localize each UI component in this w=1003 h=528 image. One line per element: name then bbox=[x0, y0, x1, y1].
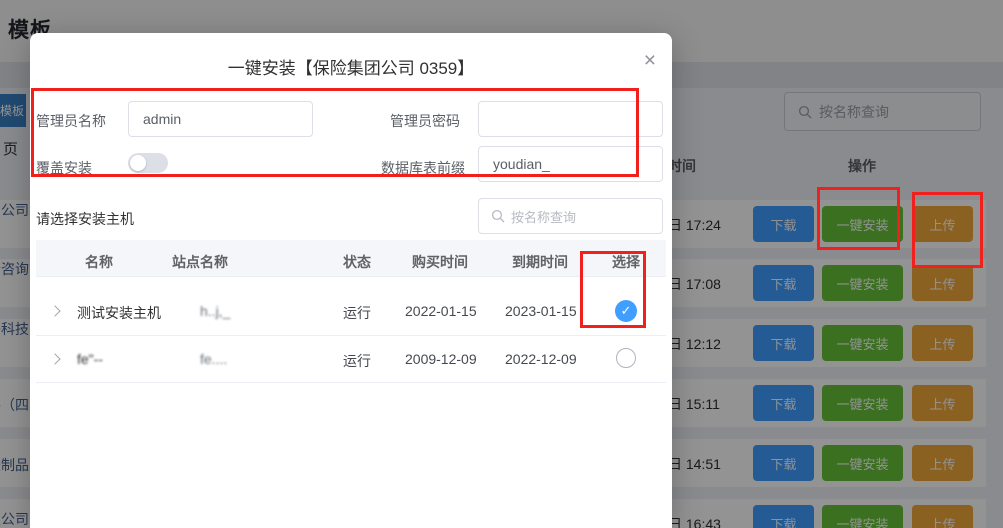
col-name: 名称 bbox=[85, 252, 113, 272]
host-buy-date: 2009-12-09 bbox=[405, 351, 477, 367]
host-search-placeholder: 按名称查询 bbox=[511, 207, 576, 226]
annotation-box-install-button bbox=[817, 187, 900, 250]
host-radio-unselected[interactable] bbox=[616, 348, 636, 368]
annotation-box-form bbox=[31, 88, 639, 177]
host-site: fe.... bbox=[200, 351, 227, 367]
col-status: 状态 bbox=[343, 252, 371, 272]
annotation-box-select-column bbox=[580, 251, 646, 328]
expand-chevron-icon[interactable] bbox=[49, 305, 60, 316]
search-icon bbox=[491, 209, 505, 223]
host-status: 运行 bbox=[343, 303, 371, 323]
modal-title: 一键安装【保险集团公司 0359】 bbox=[30, 54, 672, 79]
host-name: fe"-- bbox=[77, 351, 103, 367]
host-site: h..j,_ bbox=[200, 303, 230, 319]
host-search-input[interactable]: 按名称查询 bbox=[478, 198, 663, 234]
host-expire-date: 2023-01-15 bbox=[505, 303, 577, 319]
host-name: 测试安装主机 bbox=[77, 303, 161, 323]
expand-chevron-icon[interactable] bbox=[49, 353, 60, 364]
annotation-box-upload-button bbox=[912, 192, 983, 268]
col-buy: 购买时间 bbox=[412, 252, 468, 272]
app-stage: 模板 模板 页 按名称查询 时间 操作 团公司 日 17:24 下载 一键安装 … bbox=[0, 0, 1003, 528]
host-expire-date: 2022-12-09 bbox=[505, 351, 577, 367]
col-expire: 到期时间 bbox=[512, 252, 568, 272]
host-status: 运行 bbox=[343, 351, 371, 371]
host-buy-date: 2022-01-15 bbox=[405, 303, 477, 319]
select-host-label: 请选择安装主机 bbox=[36, 209, 134, 229]
close-icon[interactable]: × bbox=[644, 50, 656, 71]
col-site: 站点名称 bbox=[172, 252, 228, 272]
